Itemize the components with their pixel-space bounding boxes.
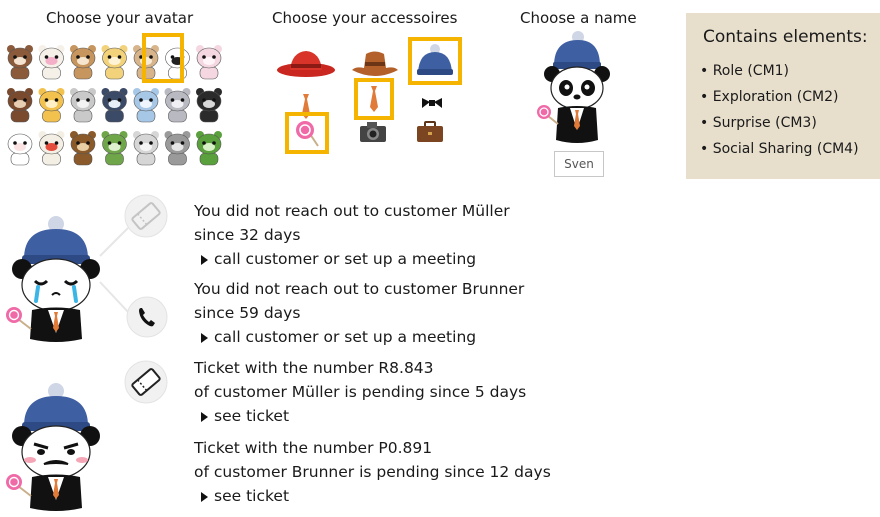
beanie-accessory[interactable] [408,37,462,85]
elements-panel-title: Contains elements: [703,27,868,47]
triangle-bullet-icon [201,492,208,502]
avatar-option[interactable] [38,131,65,166]
avatar-option[interactable] [101,88,128,123]
bowtie-accessory[interactable] [420,95,444,109]
avatar-option[interactable] [196,131,222,166]
avatar-option[interactable] [7,45,33,80]
elements-item: • Exploration (CM2) [700,89,839,105]
notification-text: since 59 days [194,304,301,322]
lollipop-accessory[interactable] [285,112,329,154]
notification-action-link[interactable]: see ticket [201,404,289,428]
triangle-bullet-icon [201,412,208,422]
avatar-section-title: Choose your avatar [46,9,194,27]
action-label: see ticket [214,487,290,505]
notification-text: of customer Müller is pending since 5 da… [194,383,527,401]
avatar-grid [4,40,230,168]
avatar-name-field[interactable]: Sven [554,151,604,177]
briefcase-accessory[interactable] [415,120,445,144]
notification-text: You did not reach out to customer Brunne… [194,280,525,298]
notification-action-link[interactable]: see ticket [201,484,289,508]
notification-text: since 32 days [194,226,301,244]
notification-action-link[interactable]: call customer or set up a meeting [201,325,476,349]
avatar-option[interactable] [164,131,191,166]
avatar-option[interactable] [101,131,128,166]
action-label: call customer or set up a meeting [214,328,477,346]
avatar-option[interactable] [70,131,96,166]
notification-text: Ticket with the number P0.891 [194,439,433,457]
tie-selected-accessory[interactable] [354,78,394,120]
avatar-option[interactable] [38,88,65,123]
elements-item: • Social Sharing (CM4) [700,141,859,157]
configured-avatar-preview [534,30,610,150]
avatar-option[interactable] [70,45,96,80]
notification-text: You did not reach out to customer Müller [194,202,510,220]
avatar-option[interactable] [164,88,191,123]
action-label: call customer or set up a meeting [214,250,477,268]
elements-panel: Contains elements: • Role (CM1) • Explor… [686,13,880,179]
accessory-section-title: Choose your accessoires [272,9,458,27]
avatar-option[interactable] [196,45,222,80]
connector-lines [90,220,140,410]
triangle-bullet-icon [201,255,208,265]
avatar-option[interactable] [133,131,159,166]
avatar-option[interactable] [196,88,222,123]
notification-action-link[interactable]: call customer or set up a meeting [201,247,476,271]
camera-accessory[interactable] [358,120,388,144]
cowboy-hat-accessory[interactable] [350,46,400,80]
avatar-option[interactable] [7,131,33,166]
avatar-option[interactable] [70,88,96,123]
action-label: see ticket [214,407,290,425]
notification-text: of customer Brunner is pending since 12 … [194,463,551,481]
avatar-option[interactable] [101,45,128,80]
sad-panda-mascot [4,215,104,343]
avatar-selected-highlight[interactable] [142,33,184,83]
avatar-option[interactable] [133,88,159,123]
avatar-option[interactable] [7,88,33,123]
angry-panda-mascot [4,382,104,513]
name-section-title: Choose a name [520,9,637,27]
avatar-option[interactable] [38,45,65,80]
elements-item: • Role (CM1) [700,63,790,79]
notification-text: Ticket with the number R8.843 [194,359,434,377]
red-hat-accessory[interactable] [276,46,336,78]
triangle-bullet-icon [201,333,208,343]
elements-item: • Surprise (CM3) [700,115,817,131]
